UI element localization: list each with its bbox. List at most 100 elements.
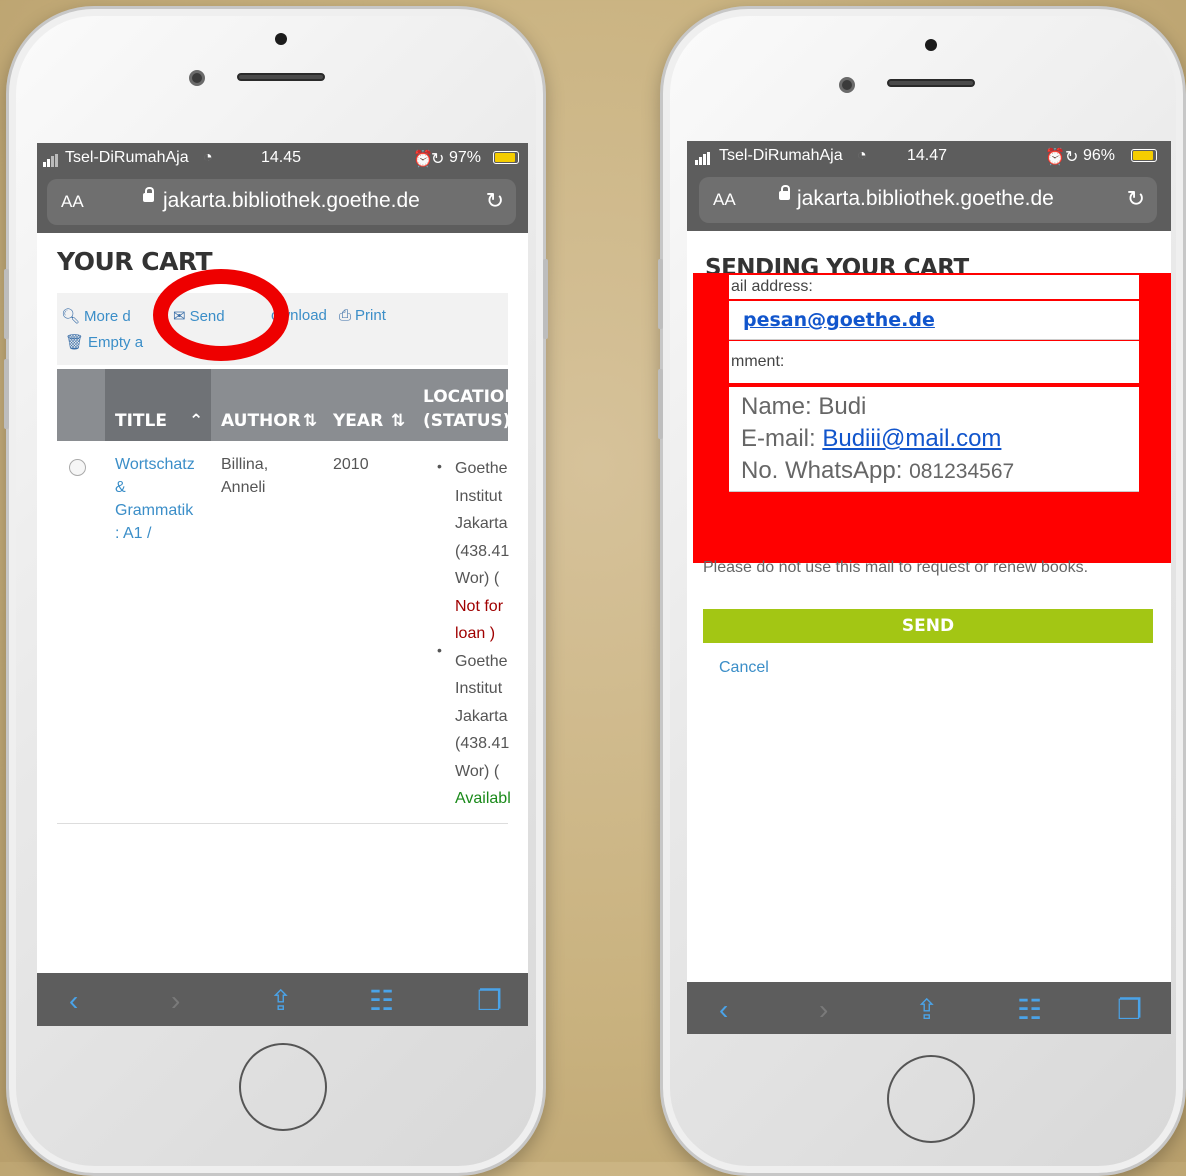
row-checkbox[interactable]: [69, 459, 86, 476]
cancel-link[interactable]: Cancel: [719, 659, 769, 677]
clock: 14.45: [261, 149, 302, 166]
book-title-link[interactable]: Wortschatz & Grammatik : A1 /: [115, 453, 195, 545]
comment-name: Name: Budi: [741, 393, 867, 420]
highlight-circle: [153, 269, 289, 361]
forward-icon[interactable]: ›: [819, 995, 828, 1025]
status-bar: Tsel-DiRumahAja ◔ 14.47 ⏰ ↻ 96%: [687, 141, 1171, 171]
url-field[interactable]: AA jakarta.bibliothek.goethe.de ↻: [699, 177, 1157, 223]
browser-address-bar: AA jakarta.bibliothek.goethe.de ↻: [37, 173, 528, 233]
volume-button: [4, 359, 9, 429]
printer-icon: ⎙: [339, 307, 352, 324]
table-header: TITLE ⌃ AUTHOR ⇅ YEAR ⇅ LOCATION (STATUS…: [57, 369, 519, 441]
comment-textarea[interactable]: Name: Budi E-mail: Budiii@mail.com No. W…: [729, 387, 1139, 492]
col-status[interactable]: (STATUS): [423, 411, 511, 431]
highlight-box: ail address: pesan@goethe.de mment: Name…: [693, 273, 1171, 563]
send-button[interactable]: SEND: [703, 609, 1153, 643]
book-location: Goethe Institut Jakarta (438.41 Wor) ( N…: [455, 455, 511, 813]
battery-icon: [493, 151, 519, 164]
right-phone-frame: Tsel-DiRumahAja ◔ 14.47 ⏰ ↻ 96% AA jakar…: [658, 6, 1186, 1176]
back-icon[interactable]: ‹: [719, 995, 728, 1025]
home-button[interactable]: [887, 1055, 975, 1143]
col-author[interactable]: AUTHOR: [221, 411, 301, 431]
reload-icon[interactable]: ↻: [486, 188, 504, 214]
back-icon[interactable]: ‹: [69, 986, 78, 1016]
zoom-icon: 🔍︎: [61, 308, 81, 325]
volume-button: [658, 369, 663, 439]
wifi-icon: ◔: [857, 147, 867, 164]
status-available: Availabl: [455, 790, 511, 807]
comment-whatsapp: No. WhatsApp: 081234567: [741, 457, 1015, 484]
tabs-icon[interactable]: ❐: [477, 986, 502, 1016]
table-divider: [57, 823, 508, 824]
share-icon[interactable]: ⇪: [269, 986, 292, 1016]
sort-asc-icon[interactable]: ⌃: [189, 411, 203, 431]
print-link[interactable]: ⎙ Print: [339, 307, 386, 324]
signal-icon: [695, 147, 711, 165]
text-size-button[interactable]: AA: [61, 192, 84, 212]
page-title: YOUR CART: [57, 247, 213, 276]
power-button: [543, 259, 548, 339]
signal-icon: [43, 149, 59, 167]
col-year[interactable]: YEAR: [333, 411, 383, 431]
sort-icon[interactable]: ⇅: [391, 411, 405, 431]
battery-percent: 97%: [449, 149, 482, 166]
browser-toolbar: ‹ › ⇪ ☷ ❐: [37, 973, 528, 1026]
url-text: jakarta.bibliothek.goethe.de: [797, 187, 1054, 210]
lock-icon: [779, 185, 790, 200]
comment-label: mment:: [729, 341, 1139, 383]
earpiece-speaker: [237, 73, 325, 81]
battery-percent: 96%: [1083, 147, 1116, 164]
book-author: Billina, Anneli: [221, 456, 269, 496]
right-screen: Tsel-DiRumahAja ◔ 14.47 ⏰ ↻ 96% AA jakar…: [687, 141, 1171, 1034]
comment-email: E-mail: Budiii@mail.com: [741, 425, 1002, 452]
book-year: 2010: [333, 456, 369, 473]
page-content: YOUR CART 🔍︎ More d s ✉ Send ownload ⎙ Prin…: [37, 233, 528, 968]
url-text: jakarta.bibliothek.goethe.de: [163, 189, 420, 212]
alarm-icon: ⏰: [1045, 149, 1065, 166]
comment-email-link[interactable]: Budiii@mail.com: [822, 425, 1001, 452]
volume-button: [4, 269, 9, 339]
status-not-for-loan-2: loan ): [455, 625, 496, 642]
clock: 14.47: [907, 147, 948, 164]
left-screen: Tsel-DiRumahAja ◔ 14.45 ⏰ ↻ 97% AA jakar…: [37, 143, 528, 1026]
text-size-button[interactable]: AA: [713, 190, 736, 210]
front-camera: [189, 70, 205, 86]
alarm-icon: ⏰: [413, 151, 433, 168]
status-not-for-loan: Not for: [455, 597, 504, 615]
col-title[interactable]: TITLE: [115, 411, 167, 431]
col-location[interactable]: LOCATION: [423, 387, 519, 407]
forward-icon[interactable]: ›: [171, 986, 180, 1016]
bookmarks-icon[interactable]: ☷: [369, 986, 394, 1016]
front-camera: [839, 77, 855, 93]
email-value[interactable]: pesan@goethe.de: [743, 309, 935, 331]
tabs-icon[interactable]: ❐: [1117, 995, 1142, 1025]
home-button[interactable]: [239, 1043, 327, 1131]
sort-icon[interactable]: ⇅: [303, 411, 317, 431]
bookmarks-icon[interactable]: ☷: [1017, 995, 1042, 1025]
volume-button: [658, 259, 663, 329]
left-phone-frame: Tsel-DiRumahAja ◔ 14.45 ⏰ ↻ 97% AA jakar…: [4, 6, 548, 1176]
rotation-lock-icon: ↻: [1065, 149, 1079, 166]
page-content: SENDING YOUR CART ail address: pesan@goe…: [687, 241, 1171, 976]
empty-cart-link[interactable]: 🗑︎ Empty a: [65, 333, 143, 351]
carrier-name: Tsel-DiRumahAja: [65, 149, 189, 166]
bullet-icon: •: [437, 642, 442, 658]
trash-icon: 🗑︎: [65, 334, 85, 351]
notice-text: Please do not use this mail to request o…: [703, 559, 1089, 576]
email-field[interactable]: pesan@goethe.de: [729, 301, 1139, 340]
url-field[interactable]: AA jakarta.bibliothek.goethe.de ↻: [47, 179, 516, 225]
lock-icon: [143, 187, 154, 202]
proximity-sensor: [925, 39, 937, 51]
reload-icon[interactable]: ↻: [1127, 186, 1145, 212]
share-icon[interactable]: ⇪: [915, 995, 938, 1025]
bullet-icon: •: [437, 458, 442, 474]
carrier-name: Tsel-DiRumahAja: [719, 147, 843, 164]
more-details-link[interactable]: 🔍︎ More d: [61, 307, 131, 325]
rotation-lock-icon: ↻: [431, 151, 445, 168]
wifi-icon: ◔: [203, 149, 213, 166]
earpiece-speaker: [887, 79, 975, 87]
email-label: ail address:: [729, 275, 1139, 299]
browser-toolbar: ‹ › ⇪ ☷ ❐: [687, 982, 1171, 1034]
browser-address-bar: AA jakarta.bibliothek.goethe.de ↻: [687, 171, 1171, 231]
proximity-sensor: [275, 33, 287, 45]
